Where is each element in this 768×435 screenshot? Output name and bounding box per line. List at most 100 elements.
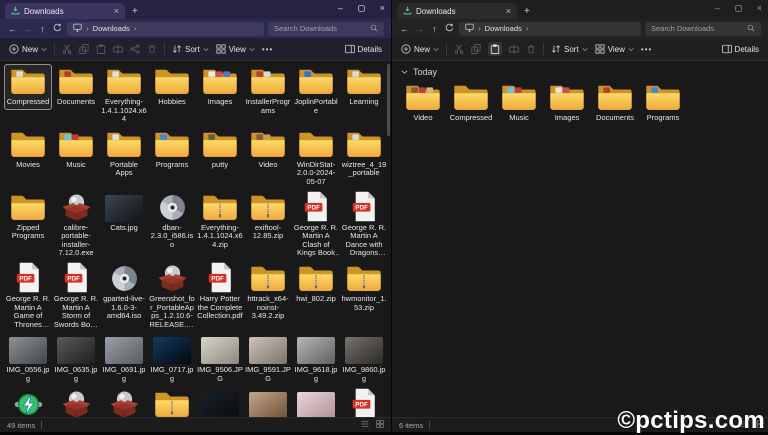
folder-item[interactable]: JoplinPortable [292, 64, 340, 118]
folder-item[interactable]: Video [399, 80, 447, 126]
new-button[interactable]: New [9, 44, 47, 54]
up-button[interactable]: ↑ [37, 24, 48, 34]
share-icon[interactable] [130, 44, 140, 54]
file-item[interactable]: Everything-1.4.1.1024.x64.zip [196, 190, 244, 253]
file-item[interactable]: OBS-Studio-30.1.2.zip [148, 387, 196, 418]
file-item[interactable]: PDF Harry Potter the Complete Collection.… [196, 261, 244, 324]
close-button[interactable]: × [380, 1, 385, 15]
folder-item[interactable]: Documents [52, 64, 100, 110]
group-header-today[interactable]: Today [401, 67, 768, 77]
scrollbar[interactable] [387, 64, 390, 136]
file-item[interactable]: IMG_0717.jpg [148, 332, 196, 386]
file-item[interactable]: IMG_9618.jpg [292, 332, 340, 386]
view-button[interactable]: View [595, 44, 634, 54]
folder-item[interactable]: Learning [340, 64, 388, 110]
breadcrumb[interactable]: › Downloads › [459, 21, 641, 36]
folder-item[interactable]: Compressed [447, 80, 495, 126]
details-view-toggle-icon[interactable] [361, 420, 369, 430]
file-item[interactable]: dban-2.3.0_i586.iso [148, 190, 196, 253]
folder-item[interactable]: Video [244, 127, 292, 173]
folder-item[interactable]: Everything-1.4.1.1024.x64 [100, 64, 148, 127]
details-button[interactable]: Details [344, 44, 382, 54]
folder-item[interactable]: Images [543, 80, 591, 126]
file-item[interactable]: ipscan-win64-3.9.1.exe [4, 387, 52, 418]
folder-item[interactable]: Images [196, 64, 244, 110]
paste-icon[interactable] [96, 44, 106, 54]
folder-item[interactable]: InstallerPrograms [244, 64, 292, 118]
delete-icon[interactable] [147, 44, 157, 54]
maximize-button[interactable] [735, 4, 742, 12]
back-button[interactable]: ← [399, 24, 410, 34]
folder-item[interactable]: Hobbies [148, 64, 196, 110]
minimize-button[interactable]: – [715, 1, 720, 15]
cut-icon[interactable] [62, 44, 72, 54]
copy-icon[interactable] [471, 44, 481, 54]
rename-icon[interactable] [509, 44, 520, 54]
file-item[interactable]: hwi_802.zip [292, 261, 340, 307]
file-item[interactable]: Over Temperature.jpg [196, 387, 244, 417]
tab-downloads[interactable]: Downloads × [5, 3, 125, 19]
file-item[interactable]: PDFTolkien-J.-The-lord-of-the-rings-Harp… [340, 387, 388, 417]
refresh-button[interactable] [52, 23, 63, 34]
file-item[interactable]: IMG_9506.JPG [196, 332, 244, 386]
new-button[interactable]: New [401, 44, 439, 54]
file-item[interactable]: IMG_9860.jpg [340, 332, 388, 386]
file-item[interactable]: calibre-portable-installer-7.12.0.exe [52, 190, 100, 261]
file-item[interactable]: puppy.jpg [244, 387, 292, 417]
file-item[interactable]: IMG_0635.jpg [52, 332, 100, 386]
folder-item[interactable]: Compressed [4, 64, 52, 110]
up-button[interactable]: ↑ [429, 24, 440, 34]
tab-downloads[interactable]: Downloads × [397, 3, 517, 19]
file-item[interactable]: NotepadPlusPlusPortable_8.6.7.paf.exe [100, 387, 148, 417]
new-tab-button[interactable]: + [132, 6, 138, 17]
file-item[interactable]: PDF George R. R. Martin A Storm of Swords… [52, 261, 100, 332]
file-item[interactable]: Sakura Spring Lake.jpg [292, 387, 340, 417]
cut-icon[interactable] [454, 44, 464, 54]
search-input[interactable]: Search Downloads [268, 21, 384, 36]
file-item[interactable]: IMG_0556.jpg [4, 332, 52, 386]
folder-item[interactable]: Programs [639, 80, 687, 126]
forward-button[interactable]: → [22, 24, 33, 34]
folder-item[interactable]: Documents [591, 80, 639, 126]
file-item[interactable]: LibreOfficePortablePrevious_7.6.7_Multil… [52, 387, 100, 417]
view-button[interactable]: View [216, 44, 255, 54]
breadcrumb-segment[interactable]: Downloads [485, 24, 522, 33]
folder-item[interactable]: Programs [148, 127, 196, 173]
new-tab-button[interactable]: + [524, 6, 530, 17]
copy-icon[interactable] [79, 44, 89, 54]
file-item[interactable]: gparted-live-1.6.0-3-amd64.iso [100, 261, 148, 324]
more-options-icon[interactable]: ••• [262, 45, 273, 54]
folder-item[interactable]: wiztree_4_19_portable [340, 127, 388, 181]
tab-close-icon[interactable]: × [114, 6, 119, 16]
folder-item[interactable]: Music [495, 80, 543, 126]
file-item[interactable]: PDF George R. R. Martin A Game of Thrones… [4, 261, 52, 332]
breadcrumb-segment[interactable]: Downloads [93, 24, 130, 33]
file-item[interactable]: Greenshot_for_PortableApps_1.2.10.6-RELE… [148, 261, 196, 332]
folder-item[interactable]: WinDirStat-2.0.0-2024-05-07 [292, 127, 340, 190]
refresh-button[interactable] [444, 23, 455, 34]
file-item[interactable]: Cats.jpg [100, 190, 148, 236]
file-item[interactable]: IMG_9591.JPG [244, 332, 292, 386]
sort-button[interactable]: Sort [551, 44, 588, 54]
rename-icon[interactable] [113, 44, 124, 54]
file-item[interactable]: httrack_x64-noinst-3.49.2.zip [244, 261, 292, 324]
delete-icon[interactable] [526, 44, 536, 54]
file-item[interactable]: PDF George R. R. Martin A Dance with Drag… [340, 190, 388, 261]
folder-item[interactable]: Zipped Programs [4, 190, 52, 244]
breadcrumb[interactable]: › Downloads › [67, 21, 264, 36]
sort-button[interactable]: Sort [172, 44, 209, 54]
file-item[interactable]: exiftool-12.85.zip [244, 190, 292, 244]
details-button[interactable]: Details [721, 44, 759, 54]
folder-item[interactable]: putty [196, 127, 244, 173]
paste-icon[interactable] [488, 42, 503, 56]
tab-close-icon[interactable]: × [506, 6, 511, 16]
folder-item[interactable]: Portable Apps [100, 127, 148, 181]
file-item[interactable]: hwmonitor_1.53.zip [340, 261, 388, 315]
search-input[interactable]: Search Downloads [645, 21, 761, 36]
minimize-button[interactable]: – [338, 1, 343, 15]
file-item[interactable]: PDF George R. R. Martin A Clash of Kings … [292, 190, 340, 261]
more-options-icon[interactable]: ••• [641, 45, 652, 54]
folder-item[interactable]: Movies [4, 127, 52, 173]
close-button[interactable]: × [757, 1, 762, 15]
back-button[interactable]: ← [7, 24, 18, 34]
